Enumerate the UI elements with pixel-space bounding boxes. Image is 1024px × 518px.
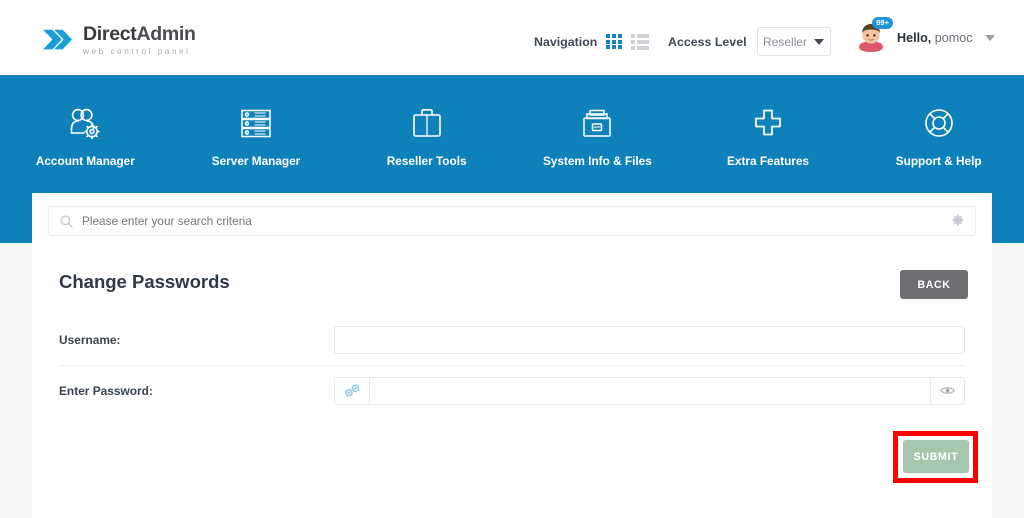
nav-item-account-manager[interactable]: Account Manager — [0, 103, 171, 168]
greeting-text: Hello, pomoc — [897, 31, 973, 45]
content-card: Change Passwords BACK Username: Enter Pa… — [32, 193, 992, 518]
brand-tagline: web control panel — [83, 46, 191, 56]
nav-label: Support & Help — [895, 154, 982, 168]
password-input[interactable] — [369, 376, 931, 405]
avatar[interactable]: 99+ — [855, 17, 893, 54]
nav-label: Account Manager — [35, 154, 135, 168]
gear-icon[interactable] — [951, 214, 965, 228]
search-icon — [60, 214, 73, 228]
password-label: Enter Password: — [59, 383, 153, 398]
form-row-username: Username: — [59, 315, 965, 365]
search-box[interactable] — [48, 206, 976, 236]
navigation-label: Navigation — [534, 34, 598, 49]
server-rack-icon — [236, 103, 276, 143]
top-header: DirectAdmin web control panel Navigation… — [0, 0, 1024, 75]
search-row — [48, 206, 976, 236]
double-chevron-icon — [43, 29, 72, 50]
navigation-view-switcher: Navigation — [534, 34, 649, 50]
chevron-down-icon — [814, 38, 825, 45]
page-title: Change Passwords — [59, 271, 230, 292]
nav-label: Server Manager — [211, 154, 301, 168]
lifebuoy-icon — [919, 103, 959, 143]
grid-view-icon[interactable] — [606, 34, 622, 50]
eye-icon[interactable] — [931, 376, 965, 405]
username-input[interactable] — [334, 326, 965, 354]
search-input[interactable] — [82, 214, 951, 228]
main-navigation-items: Account Manager Server Manager Reseller … — [0, 75, 1024, 190]
access-level-value: Reseller — [763, 34, 808, 49]
nav-item-reseller-tools[interactable]: Reseller Tools — [341, 103, 512, 168]
brand-title: DirectAdmin — [83, 23, 196, 45]
users-gear-icon — [65, 103, 105, 143]
chevron-down-icon[interactable] — [984, 35, 995, 41]
nav-label: Reseller Tools — [386, 154, 467, 168]
briefcase-icon — [407, 103, 447, 143]
access-level-control: Access Level Reseller — [668, 27, 831, 56]
nav-item-server-manager[interactable]: Server Manager — [171, 103, 342, 168]
submit-button[interactable]: SUBMIT — [903, 440, 969, 473]
list-view-icon[interactable] — [630, 34, 649, 50]
plus-icon — [748, 103, 788, 143]
brand-logo[interactable]: DirectAdmin web control panel — [42, 24, 196, 56]
notification-badge: 99+ — [872, 17, 893, 29]
nav-item-support-help[interactable]: Support & Help — [853, 103, 1024, 168]
nav-label: Extra Features — [727, 154, 809, 168]
nav-label: System Info & Files — [542, 154, 652, 168]
back-button[interactable]: BACK — [900, 270, 968, 299]
file-cabinet-icon — [577, 103, 617, 143]
nav-item-extra-features[interactable]: Extra Features — [683, 103, 854, 168]
dice-random-icon[interactable] — [334, 376, 369, 405]
nav-item-system-info-files[interactable]: System Info & Files — [512, 103, 683, 168]
form-row-password: Enter Password: — [59, 365, 965, 415]
directadmin-page: DirectAdmin web control panel Navigation… — [0, 0, 1024, 518]
user-menu[interactable]: 99+ Hello, pomoc — [855, 17, 995, 54]
access-level-select[interactable]: Reseller — [756, 27, 831, 56]
password-input-group — [334, 376, 965, 405]
username-label: Username: — [59, 333, 121, 347]
access-level-label: Access Level — [668, 34, 747, 49]
